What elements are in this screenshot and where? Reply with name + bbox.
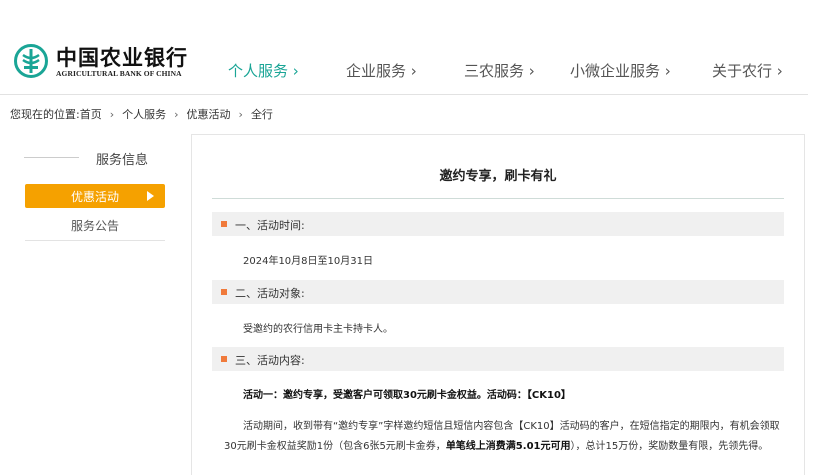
section-label: 三、活动内容: [235,354,305,367]
section-body-audience: 受邀约的农行信用卡主卡持卡人。 [243,324,393,335]
bullet-square-icon [221,289,227,295]
activity-one-line-2a: 30元刷卡金权益奖励1份（包含6张5元刷卡金券， [224,441,446,452]
sidebar-item-promotions[interactable]: 优惠活动 [25,184,165,208]
sidebar-item-announcements[interactable]: 服务公告 [25,212,165,241]
nav-small-business-services[interactable]: 小微企业服务 › [570,60,671,81]
breadcrumb-all-bank: 全行 [250,108,273,121]
section-header-content: 三、活动内容: [212,347,784,371]
nav-corporate-services[interactable]: 企业服务 › [346,60,417,81]
abc-logo-icon [14,44,48,78]
section-header-audience: 二、活动对象: [212,280,784,304]
article-title: 邀约专享，刷卡有礼 [439,169,557,184]
section-label: 一、活动时间: [235,219,305,232]
activity-one-heading: 活动一：邀约专享，受邀客户可领取30元刷卡金权益。活动码：【CK10】 [243,390,571,401]
sidebar-item-label: 优惠活动 [71,190,120,204]
breadcrumb: 您现在的位置:首页 › 个人服务 › 优惠活动 › 全行 [10,106,273,122]
header-divider [0,94,808,95]
sidebar-item-label: 服务公告 [71,219,120,233]
breadcrumb-prefix: 您现在的位置: [10,108,80,121]
bullet-square-icon [221,356,227,362]
activity-one-highlight: 单笔线上消费满5.01元可用 [445,441,571,452]
section-body-time: 2024年10月8日至10月31日 [243,256,373,267]
bank-name-cn: 中国农业银行 [56,45,188,70]
breadcrumb-separator: › [174,108,179,121]
activity-one-line-1: 活动期间，收到带有“邀约专享”字样邀约短信且短信内容包含【CK10】活动码的客户… [243,421,780,432]
breadcrumb-separator: › [238,108,243,121]
nav-rural-services[interactable]: 三农服务 › [464,60,535,81]
nav-about-abc[interactable]: 关于农行 › [712,60,783,81]
section-label: 二、活动对象: [235,287,305,300]
section-header-time: 一、活动时间: [212,212,784,236]
nav-personal-services[interactable]: 个人服务 › [228,60,299,81]
breadcrumb-personal-services[interactable]: 个人服务 [122,108,166,121]
title-divider [212,198,784,199]
breadcrumb-home[interactable]: 首页 [80,108,102,121]
site-header: 中国农业银行 AGRICULTURAL BANK OF CHINA 个人服务 ›… [0,0,832,96]
bank-logo[interactable]: 中国农业银行 AGRICULTURAL BANK OF CHINA [14,42,214,82]
activity-one-line-2: 30元刷卡金权益奖励1份（包含6张5元刷卡金券，单笔线上消费满5.01元可用），… [224,437,768,452]
triangle-right-icon [147,191,154,201]
breadcrumb-separator: › [109,108,115,121]
sidebar-title: 服务信息 [96,153,149,168]
sidebar-title-divider [24,157,79,158]
article-panel: 邀约专享，刷卡有礼 一、活动时间: 2024年10月8日至10月31日 二、活动… [191,134,805,475]
bank-name-en: AGRICULTURAL BANK OF CHINA [56,69,182,78]
breadcrumb-promotions[interactable]: 优惠活动 [187,108,231,121]
bullet-square-icon [221,221,227,227]
activity-one-line-2c: ），总计15万份，奖励数量有限，先领先得。 [570,441,769,452]
